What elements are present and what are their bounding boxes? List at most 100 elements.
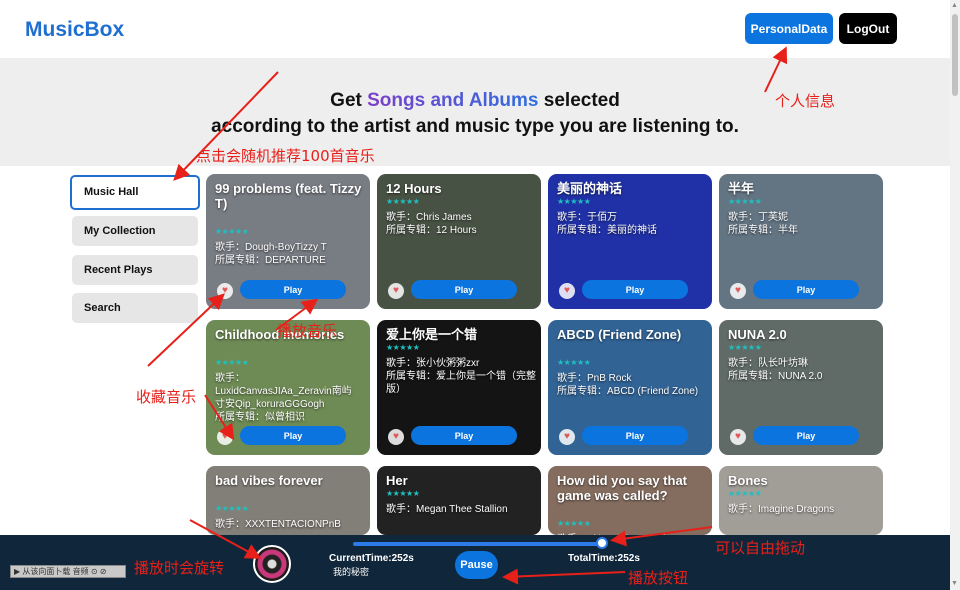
rating-stars-icon: ★★★★★ — [728, 197, 762, 206]
song-card[interactable]: Her ★★★★★ 歌手：Megan Thee Stallion — [377, 466, 541, 535]
card-meta1: 歌手：XXXTENTACIONPnB — [215, 519, 341, 530]
annotation-personal-info: 个人信息 — [775, 92, 836, 110]
pause-button[interactable]: Pause — [455, 551, 498, 579]
card-meta2: 所属专辑：爱上你是一个错（完整版） — [386, 371, 536, 395]
card-meta2: 所属专辑：NUNA 2.0 — [728, 371, 823, 382]
banner: Get Songs and Albums selected according … — [0, 58, 950, 166]
card-meta1: 歌手：Chris James — [386, 212, 472, 223]
favorite-heart-icon[interactable]: ♥ — [388, 283, 404, 299]
banner-text-pre: Get — [330, 90, 368, 111]
card-meta2: 所属专辑：DEPARTURE — [215, 255, 326, 266]
progress-knob[interactable] — [596, 537, 608, 549]
scroll-up-icon[interactable]: ▲ — [951, 2, 958, 9]
top-header: MusicBox PersonalData LogOut — [0, 0, 950, 58]
play-button[interactable]: Play — [582, 426, 688, 445]
card-meta2: 所属专辑：半年 — [728, 225, 798, 236]
card-meta1: 歌手：张小伙粥粥zxr — [386, 358, 480, 369]
rating-stars-icon: ★★★★★ — [728, 489, 762, 498]
annotation-music-hall: 点击会随机推荐100首音乐 — [196, 147, 375, 165]
annotation-rotate: 播放时会旋转 — [134, 559, 225, 577]
rating-stars-icon: ★★★★★ — [215, 227, 249, 236]
card-meta3: 寸安Qip_koruraGGGogh — [215, 399, 325, 410]
card-title: 美丽的神话 — [557, 181, 623, 196]
rating-stars-icon: ★★★★★ — [215, 358, 249, 367]
song-card[interactable]: ABCD (Friend Zone) ★★★★★ 歌手：PnB Rock 所属专辑：A… — [548, 320, 712, 455]
favorite-heart-icon[interactable]: ♥ — [217, 429, 233, 445]
play-button[interactable]: Play — [753, 280, 859, 299]
song-card[interactable]: 12 Hours ★★★★★ 歌手：Chris James 所属专辑：12 Hours… — [377, 174, 541, 309]
card-title: How did you say that game was called? — [557, 473, 688, 503]
progress-bar[interactable] — [353, 542, 603, 546]
card-title: 12 Hours — [386, 181, 442, 196]
rating-stars-icon: ★★★★★ — [557, 519, 591, 528]
current-time: CurrentTime:252s — [329, 553, 414, 564]
annotation-collect-music: 收藏音乐 — [136, 388, 197, 406]
logout-button[interactable]: LogOut — [839, 13, 897, 44]
favorite-heart-icon[interactable]: ♥ — [559, 283, 575, 299]
song-card[interactable]: NUNA 2.0 ★★★★★ 歌手：队长叶坊琳所属专辑：NUNA 2.0 ♥ Play — [719, 320, 883, 455]
native-audio-control[interactable]: ▶ 从该向面卜载 音频 ⊙ ⊘ — [10, 565, 126, 578]
rating-stars-icon: ★★★★★ — [728, 343, 762, 352]
banner-highlight: Songs and Albums — [367, 90, 539, 111]
song-card[interactable]: 半年 ★★★★★ 歌手：丁芙妮 所属专辑：半年 ♥ Play — [719, 174, 883, 309]
card-meta1: 歌手：Megan Thee Stallion — [386, 504, 508, 515]
card-meta1: 歌手：丁芙妮 — [728, 212, 788, 223]
card-meta1: 歌手：Imagine Dragons — [728, 504, 835, 515]
card-meta2: 所属专辑：美丽的神话 — [557, 225, 657, 236]
card-title: 爱上你是一个错 — [386, 327, 478, 342]
card-title: 99 problems (feat. Tizzy T) — [215, 181, 362, 211]
rating-stars-icon: ★★★★★ — [557, 197, 591, 206]
rating-stars-icon: ★★★★★ — [386, 489, 420, 498]
song-card[interactable]: 爱上你是一个错 ★★★★★ 歌手：张小伙粥粥zxr 所属专辑：爱上你是一个错（完整版）… — [377, 320, 541, 455]
song-card[interactable]: How did you say that game was called? ★★★… — [548, 466, 712, 535]
sidebar-item-music-hall[interactable]: Music Hall — [70, 175, 200, 210]
personal-data-button[interactable]: PersonalData — [745, 13, 833, 44]
scrollbar-thumb[interactable] — [952, 14, 958, 96]
card-meta1: 歌手：Dough-BoyTizzy T — [215, 242, 327, 253]
song-card[interactable]: Bones ★★★★★ 歌手：Imagine Dragons — [719, 466, 883, 535]
card-title: Bones — [728, 473, 768, 488]
logo[interactable]: MusicBox — [25, 18, 124, 42]
card-meta2: 所属专辑：12 Hours — [386, 225, 477, 236]
card-meta1: 歌手： — [215, 373, 245, 384]
favorite-heart-icon[interactable]: ♥ — [217, 283, 233, 299]
banner-subline: according to the artist and music type y… — [211, 116, 739, 137]
card-meta2: LuxidCanvasJIAa_Zeravin南屿 — [215, 386, 352, 397]
rating-stars-icon: ★★★★★ — [215, 504, 249, 513]
sidebar-item-search[interactable]: Search — [72, 293, 198, 323]
play-button[interactable]: Play — [411, 426, 517, 445]
rating-stars-icon: ★★★★★ — [557, 358, 591, 367]
card-title: ABCD (Friend Zone) — [557, 327, 682, 342]
annotation-play-button: 播放按钮 — [628, 569, 689, 587]
rotating-disc — [253, 545, 291, 583]
card-title: NUNA 2.0 — [728, 327, 787, 342]
play-button[interactable]: Play — [240, 426, 346, 445]
song-card[interactable]: 99 problems (feat. Tizzy T) ★★★★★ 歌手：Dough… — [206, 174, 370, 309]
play-button[interactable]: Play — [582, 280, 688, 299]
card-meta2: 所属专辑：ABCD (Friend Zone) — [557, 386, 699, 397]
card-title: Her — [386, 473, 408, 488]
card-meta1: 歌手：于佰万 — [557, 212, 617, 223]
sidebar-item-recent-plays[interactable]: Recent Plays — [72, 255, 198, 285]
rating-stars-icon: ★★★★★ — [386, 343, 420, 352]
scroll-down-icon[interactable]: ▼ — [951, 580, 958, 587]
card-meta4: 所属专辑：似曾相识 — [215, 412, 305, 423]
card-meta1: 歌手：队长叶坊琳 — [728, 358, 808, 369]
play-button[interactable]: Play — [240, 280, 346, 299]
annotation-play-music: 播放音乐 — [277, 322, 338, 340]
favorite-heart-icon[interactable]: ♥ — [559, 429, 575, 445]
favorite-heart-icon[interactable]: ♥ — [730, 283, 746, 299]
total-time: TotalTime:252s — [568, 553, 640, 564]
annotation-drag: 可以自由拖动 — [715, 539, 806, 557]
sidebar-item-my-collection[interactable]: My Collection — [72, 216, 198, 246]
favorite-heart-icon[interactable]: ♥ — [730, 429, 746, 445]
now-playing-title: 我的秘密 — [333, 567, 370, 577]
play-button[interactable]: Play — [411, 280, 517, 299]
card-meta1: 歌手：PnB Rock — [557, 373, 632, 384]
song-card[interactable]: 美丽的神话 ★★★★★ 歌手：于佰万所属专辑：美丽的神话 ♥ Play — [548, 174, 712, 309]
song-card[interactable]: bad vibes forever ★★★★★ 歌手：XXXTENTACIONPnB — [206, 466, 370, 535]
favorite-heart-icon[interactable]: ♥ — [388, 429, 404, 445]
play-button[interactable]: Play — [753, 426, 859, 445]
card-title: 半年 — [728, 181, 755, 196]
rating-stars-icon: ★★★★★ — [386, 197, 420, 206]
